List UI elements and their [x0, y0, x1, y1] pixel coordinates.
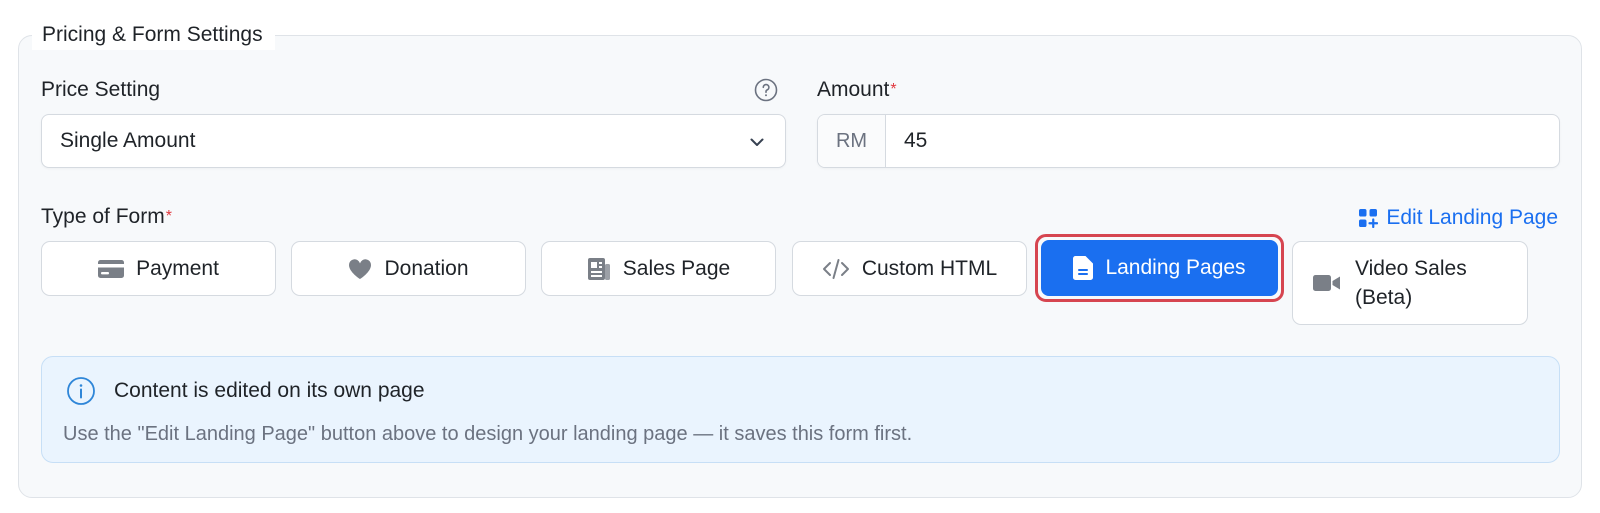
- credit-card-icon: [98, 259, 125, 278]
- form-type-label: Custom HTML: [861, 256, 998, 280]
- required-mark: *: [165, 208, 172, 225]
- info-body: Use the "Edit Landing Page" button above…: [63, 423, 913, 445]
- video-sales-line2: (Beta): [1355, 286, 1413, 309]
- form-type-label: Landing Pages: [1105, 256, 1246, 279]
- info-circle-icon: [67, 377, 95, 405]
- apps-plus-icon: [1359, 209, 1379, 228]
- price-setting-value: Single Amount: [60, 129, 196, 152]
- document-icon: [1073, 256, 1094, 280]
- price-setting-label: Price Setting: [41, 76, 160, 104]
- amount-label: Amount*: [817, 76, 897, 104]
- form-type-video-sales[interactable]: Video Sales (Beta): [1292, 241, 1528, 325]
- form-type-sales-page[interactable]: Sales Page: [541, 241, 776, 296]
- form-type-custom-html[interactable]: Custom HTML: [792, 241, 1027, 296]
- amount-input-group[interactable]: RM 45: [817, 114, 1560, 168]
- price-setting-label-text: Price Setting: [41, 78, 161, 101]
- edit-landing-page-label: Edit Landing Page: [1386, 206, 1558, 229]
- newspaper-icon: [587, 257, 610, 280]
- info-title: Content is edited on its own page: [114, 379, 425, 402]
- info-callout: Content is edited on its own page Use th…: [41, 356, 1560, 463]
- section-legend: Pricing & Form Settings: [32, 20, 275, 50]
- chevron-down-icon: [750, 138, 764, 146]
- amount-input[interactable]: 45: [904, 127, 927, 155]
- form-type-label: Donation: [384, 256, 469, 280]
- form-type-label: Payment: [136, 256, 219, 280]
- amount-label-text: Amount: [817, 78, 890, 101]
- form-type-label: Sales Page: [622, 256, 731, 280]
- edit-landing-page-link[interactable]: Edit Landing Page: [1358, 204, 1558, 232]
- type-of-form-label: Type of Form*: [41, 203, 172, 231]
- form-type-donation[interactable]: Donation: [291, 241, 526, 296]
- code-icon: [822, 258, 849, 279]
- video-sales-line1: Video Sales: [1355, 257, 1467, 280]
- type-of-form-label-text: Type of Form: [41, 205, 165, 228]
- required-mark: *: [890, 81, 897, 98]
- form-type-landing-pages-selected[interactable]: Landing Pages: [1041, 240, 1278, 296]
- price-setting-select[interactable]: Single Amount: [41, 114, 786, 168]
- form-type-label: Video Sales (Beta): [1355, 254, 1467, 312]
- form-type-landing-pages[interactable]: Landing Pages: [1035, 234, 1284, 302]
- currency-prefix: RM: [818, 115, 886, 167]
- video-camera-icon: [1313, 275, 1340, 291]
- heart-icon: [349, 258, 372, 279]
- form-type-payment[interactable]: Payment: [41, 241, 276, 296]
- question-circle-icon[interactable]: [754, 78, 778, 102]
